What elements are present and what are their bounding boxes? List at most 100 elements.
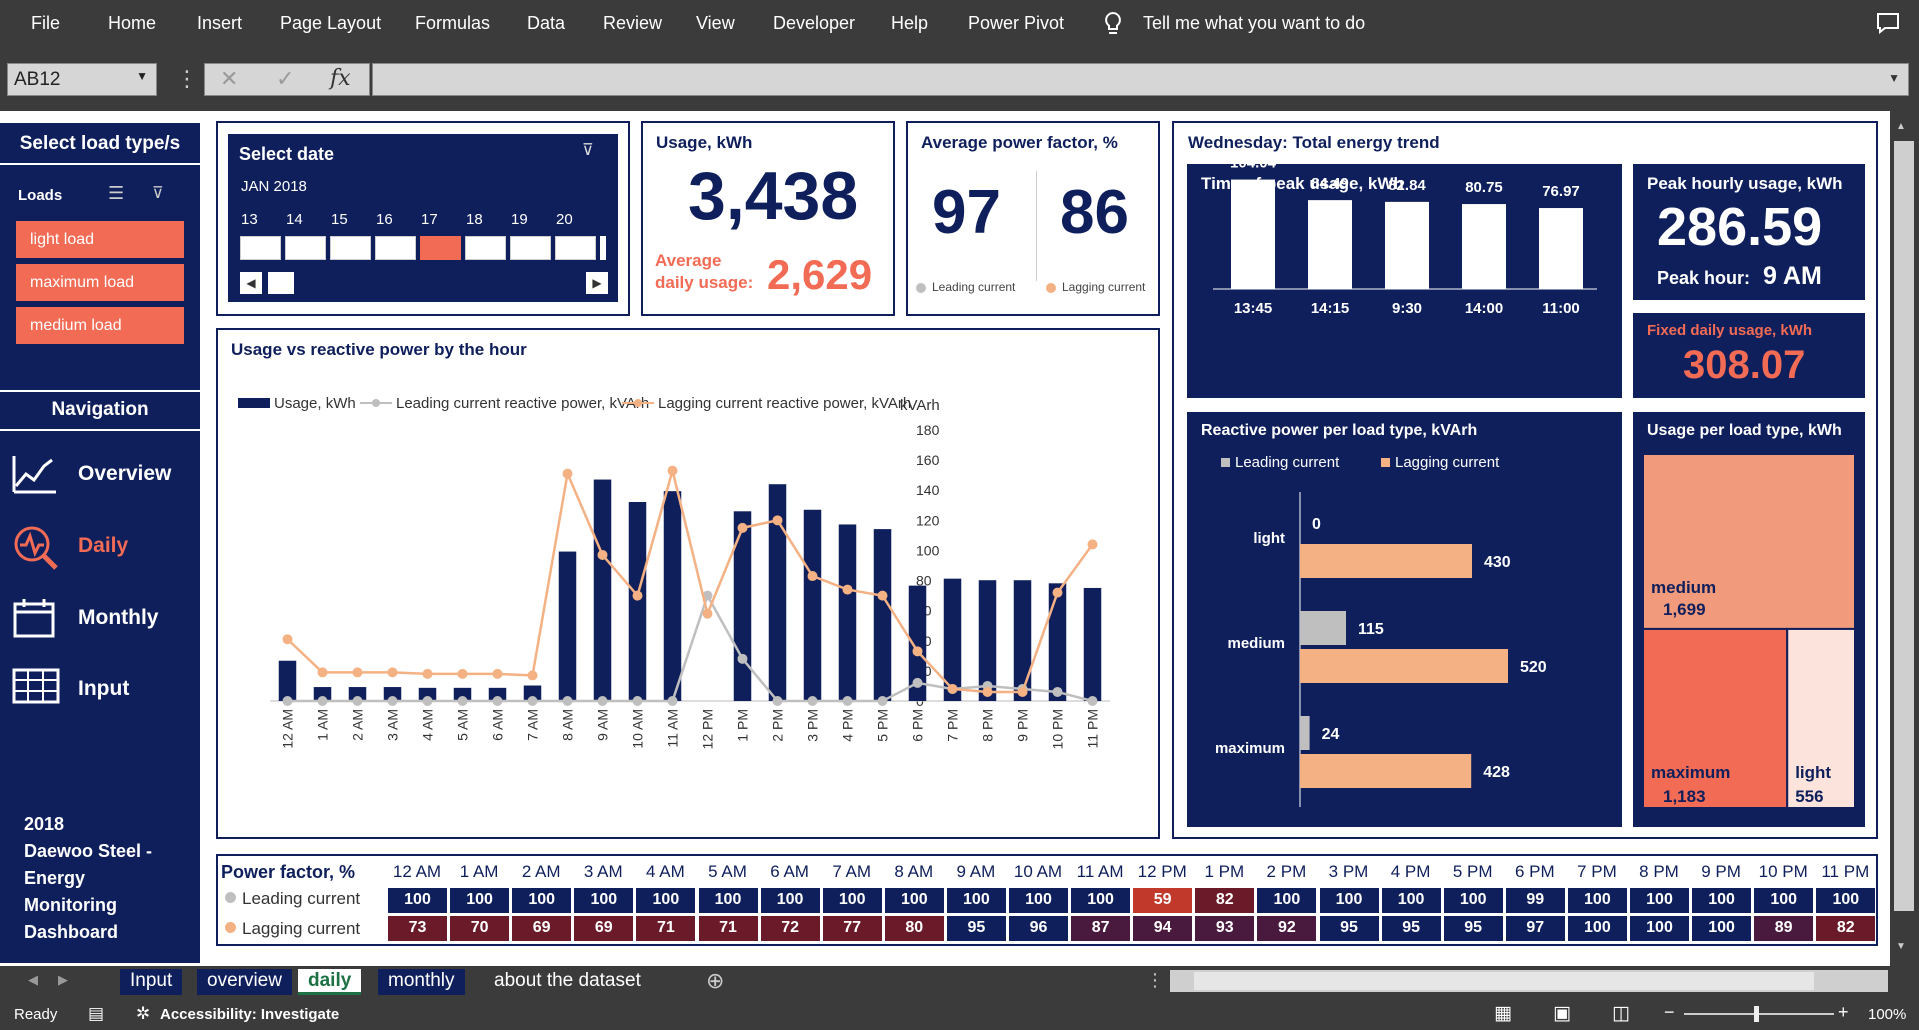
day-cell-16[interactable] [375, 236, 416, 260]
x-tick-label: 8 PM [980, 709, 996, 742]
normal-view-icon[interactable]: ▦ [1494, 1002, 1512, 1025]
nav-monthly[interactable]: Monthly [12, 592, 192, 642]
pf-leading-cell: 59 [1133, 888, 1193, 913]
series-point [457, 696, 468, 706]
tab-help[interactable]: Help [891, 13, 928, 34]
treemap-value: 1,183 [1663, 787, 1706, 806]
load-light-button[interactable]: light load [16, 221, 184, 258]
sheet-tab-input[interactable]: Input [120, 969, 183, 995]
peak-hour-label: Peak hour: [1657, 268, 1751, 288]
tab-review[interactable]: Review [603, 13, 662, 34]
tab-view[interactable]: View [696, 13, 735, 34]
load-medium-button[interactable]: medium load [16, 307, 184, 344]
calendar-icon [13, 599, 55, 638]
pf-leading-cell: 100 [1816, 888, 1876, 913]
day-cell-20[interactable] [555, 236, 596, 260]
accessibility-icon[interactable]: ✲ [136, 1004, 150, 1024]
pf-lagging-label: Lagging current [242, 919, 361, 938]
add-sheet-icon[interactable]: ⊕ [706, 968, 724, 994]
series-point [352, 696, 363, 706]
day-cell-15[interactable] [330, 236, 371, 260]
scroll-up-icon[interactable]: ▲ [1896, 121, 1906, 132]
day-cell-13[interactable] [240, 236, 281, 260]
x-tick-label: 6 AM [490, 709, 506, 741]
horizontal-scrollbar[interactable] [1170, 970, 1888, 992]
day-cell-17-selected[interactable] [420, 236, 461, 260]
pf-lagging-cell: 71 [636, 916, 696, 941]
nav-overview[interactable]: Overview [12, 448, 192, 498]
tab-home[interactable]: Home [108, 13, 156, 34]
nav-daily[interactable]: Daily [12, 520, 192, 570]
tab-insert[interactable]: Insert [197, 13, 242, 34]
peak-time-label: 13:45 [1234, 300, 1272, 317]
zoom-out-icon[interactable]: − [1664, 1002, 1675, 1023]
clear-filter-icon[interactable]: ⊽ [152, 183, 164, 203]
series-line [287, 592, 1093, 703]
enter-icon[interactable]: ✓ [276, 66, 294, 92]
pf-leading-cell: 100 [512, 888, 572, 913]
zoom-in-icon[interactable]: + [1838, 1002, 1849, 1023]
series-point [527, 696, 538, 706]
day-cell-14[interactable] [285, 236, 326, 260]
tab-developer[interactable]: Developer [773, 13, 855, 34]
pf-leading-cell: 100 [1381, 888, 1441, 913]
series-point [807, 571, 818, 582]
formula-input[interactable]: ▼ [372, 63, 1909, 96]
page-break-view-icon[interactable]: ◫ [1612, 1002, 1630, 1025]
caption-line: Monitoring [24, 895, 117, 915]
sheet-tab-about[interactable]: about the dataset [484, 969, 651, 995]
tab-scroll-left-icon[interactable]: ◀ [28, 972, 38, 988]
peak-bar [1308, 200, 1352, 289]
pf-lagging-cell: 94 [1133, 916, 1193, 941]
load-maximum-button[interactable]: maximum load [16, 264, 184, 301]
tab-scroll-right-icon[interactable]: ▶ [58, 972, 68, 988]
tab-data[interactable]: Data [527, 13, 565, 34]
zoom-level[interactable]: 100% [1868, 1006, 1906, 1023]
vertical-scrollbar[interactable]: ▲ ▼ [1890, 111, 1919, 966]
tab-file[interactable]: File [31, 13, 60, 34]
pf-leading-cell: 100 [946, 888, 1006, 913]
lagging-bar [1300, 754, 1472, 788]
scroll-thumb[interactable] [1194, 972, 1814, 990]
page-layout-view-icon[interactable]: ▣ [1553, 1002, 1571, 1025]
cancel-icon[interactable]: ✕ [220, 66, 238, 92]
accessibility-status[interactable]: Accessibility: Investigate [160, 1006, 339, 1023]
comment-icon[interactable] [1876, 12, 1900, 34]
tab-power-pivot[interactable]: Power Pivot [968, 13, 1064, 34]
insert-function-icon[interactable]: fx [330, 66, 351, 91]
scroll-left-button[interactable]: ◀ [240, 272, 262, 294]
chevron-down-icon[interactable]: ▼ [1888, 71, 1900, 85]
more-options-icon[interactable]: ⋮ [1146, 970, 1164, 991]
sheet-tab-monthly[interactable]: monthly [378, 969, 465, 995]
zoom-slider-thumb[interactable] [1754, 1006, 1759, 1022]
leading-value-label: 115 [1358, 621, 1384, 638]
day-label: 13 [241, 211, 258, 228]
more-options-icon[interactable]: ⋮ [176, 66, 198, 92]
series-point [842, 696, 853, 706]
series-point [317, 696, 328, 706]
day-cell-19[interactable] [510, 236, 551, 260]
pf-lagging-cell: 71 [698, 916, 758, 941]
tell-me-search[interactable]: Tell me what you want to do [1143, 13, 1365, 34]
clear-filter-icon[interactable]: ⊽ [582, 140, 594, 160]
name-box[interactable]: AB12 ▼ [7, 63, 157, 96]
scroll-down-icon[interactable]: ▼ [1896, 941, 1906, 952]
tab-formulas[interactable]: Formulas [415, 13, 490, 34]
multi-select-icon[interactable]: ☰ [108, 183, 124, 204]
pf-lagging-cell: 100 [1630, 916, 1689, 941]
scroll-right-button[interactable]: ▶ [586, 272, 608, 294]
day-cell-18[interactable] [465, 236, 506, 260]
nav-title: Navigation [51, 399, 149, 420]
line-chart-icon [12, 456, 56, 494]
nav-input[interactable]: Input [12, 663, 192, 713]
sheet-tab-daily[interactable]: daily [298, 969, 362, 995]
avg-daily-usage-value: 2,629 [767, 251, 873, 298]
day-cell-partial[interactable] [600, 236, 606, 260]
sheet-tab-overview[interactable]: overview [197, 969, 292, 995]
timeline-scroll-thumb[interactable] [268, 272, 294, 294]
macro-record-icon[interactable]: ▤ [88, 1004, 104, 1024]
tab-page-layout[interactable]: Page Layout [280, 13, 381, 34]
pf-hour-header: 4 AM [646, 862, 685, 881]
zoom-slider-track[interactable] [1684, 1013, 1834, 1015]
scroll-thumb[interactable] [1894, 141, 1914, 911]
